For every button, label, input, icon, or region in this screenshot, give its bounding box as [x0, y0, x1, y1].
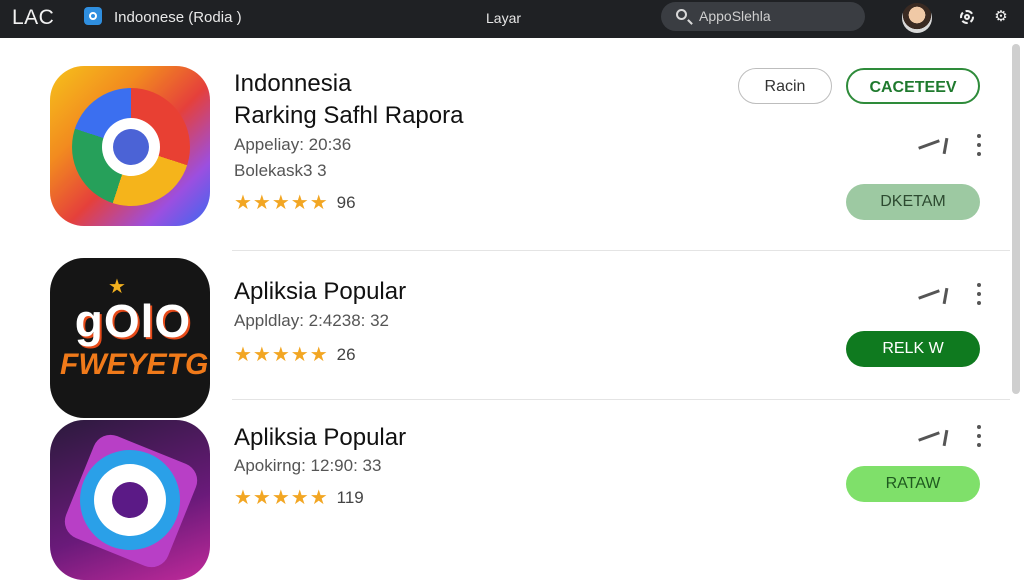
- share-icon[interactable]: [916, 428, 956, 448]
- app-title: Apliksia Popular: [234, 278, 407, 305]
- center-label: Layar: [486, 10, 522, 26]
- primary-button[interactable]: CACETEEV: [846, 68, 980, 104]
- rating-value: 119: [336, 487, 364, 507]
- star-rating-icon: ★★★★★: [234, 192, 329, 214]
- rating: ★★★★★ 26: [234, 342, 356, 366]
- list-item[interactable]: Indonnesia Rarking Safhl Rapora Appeliay…: [0, 38, 1010, 250]
- logo-text-bottom: FWEYETG: [60, 348, 209, 381]
- more-options-icon[interactable]: [974, 134, 984, 158]
- list-item[interactable]: Apliksia Popular Apokirng: 12:90: 33 ★★★…: [0, 400, 1010, 580]
- rating: ★★★★★ 96: [234, 190, 356, 214]
- app-title-line2: Rarking Safhl Rapora: [234, 102, 464, 129]
- rating: ★★★★★ 119: [234, 485, 364, 509]
- app-meta-secondary: Bolekask3 3: [234, 161, 327, 180]
- logo-text-top: gOlO: [74, 295, 192, 347]
- more-options-icon[interactable]: [974, 425, 984, 449]
- app-meta: Appldlay: 2:4238: 32: [234, 311, 390, 330]
- chrome-app-icon[interactable]: [50, 66, 210, 226]
- star-rating-icon: ★★★★★: [234, 487, 329, 509]
- share-icon[interactable]: [916, 136, 956, 156]
- rating-value: 26: [336, 344, 356, 364]
- scrollbar[interactable]: [1012, 44, 1020, 394]
- secondary-button[interactable]: Racin: [738, 68, 832, 104]
- camera-app-icon[interactable]: [50, 420, 210, 580]
- action-button[interactable]: RELK W: [846, 331, 980, 367]
- share-icon[interactable]: [916, 286, 956, 306]
- action-button[interactable]: RATAW: [846, 466, 980, 502]
- chrome-center-icon: [113, 129, 149, 165]
- tune-icon[interactable]: ⚙: [992, 8, 1010, 26]
- avatar[interactable]: [902, 3, 932, 33]
- app-meta: Appeliay: 20:36: [234, 135, 352, 154]
- search-bar[interactable]: [661, 2, 865, 31]
- action-button[interactable]: DKETAM: [846, 184, 980, 220]
- app-title-line1: Indonnesia: [234, 70, 352, 97]
- app-meta: Apokirng: 12:90: 33: [234, 456, 382, 475]
- window-title: Indoonese (Rodia ): [114, 9, 242, 26]
- search-input[interactable]: [699, 6, 849, 26]
- app-logo-icon[interactable]: ★ gOlO FWEYETG: [50, 258, 210, 418]
- app-list: Indonnesia Rarking Safhl Rapora Appeliay…: [0, 38, 1010, 580]
- star-rating-icon: ★★★★★: [234, 344, 329, 366]
- top-bar: LAC Indoonese (Rodia ) Layar ⚙: [0, 0, 1024, 38]
- rating-value: 96: [336, 192, 356, 212]
- app-store-icon[interactable]: [84, 7, 102, 25]
- app-title: Apliksia Popular: [234, 424, 407, 451]
- list-item[interactable]: ★ gOlO FWEYETG Apliksia Popular Appldlay…: [0, 251, 1010, 418]
- brand-label: LAC: [12, 6, 55, 29]
- more-options-icon[interactable]: [974, 283, 984, 307]
- gear-icon[interactable]: [958, 8, 976, 26]
- lens-pupil-icon: [112, 482, 148, 518]
- search-icon[interactable]: [676, 9, 687, 20]
